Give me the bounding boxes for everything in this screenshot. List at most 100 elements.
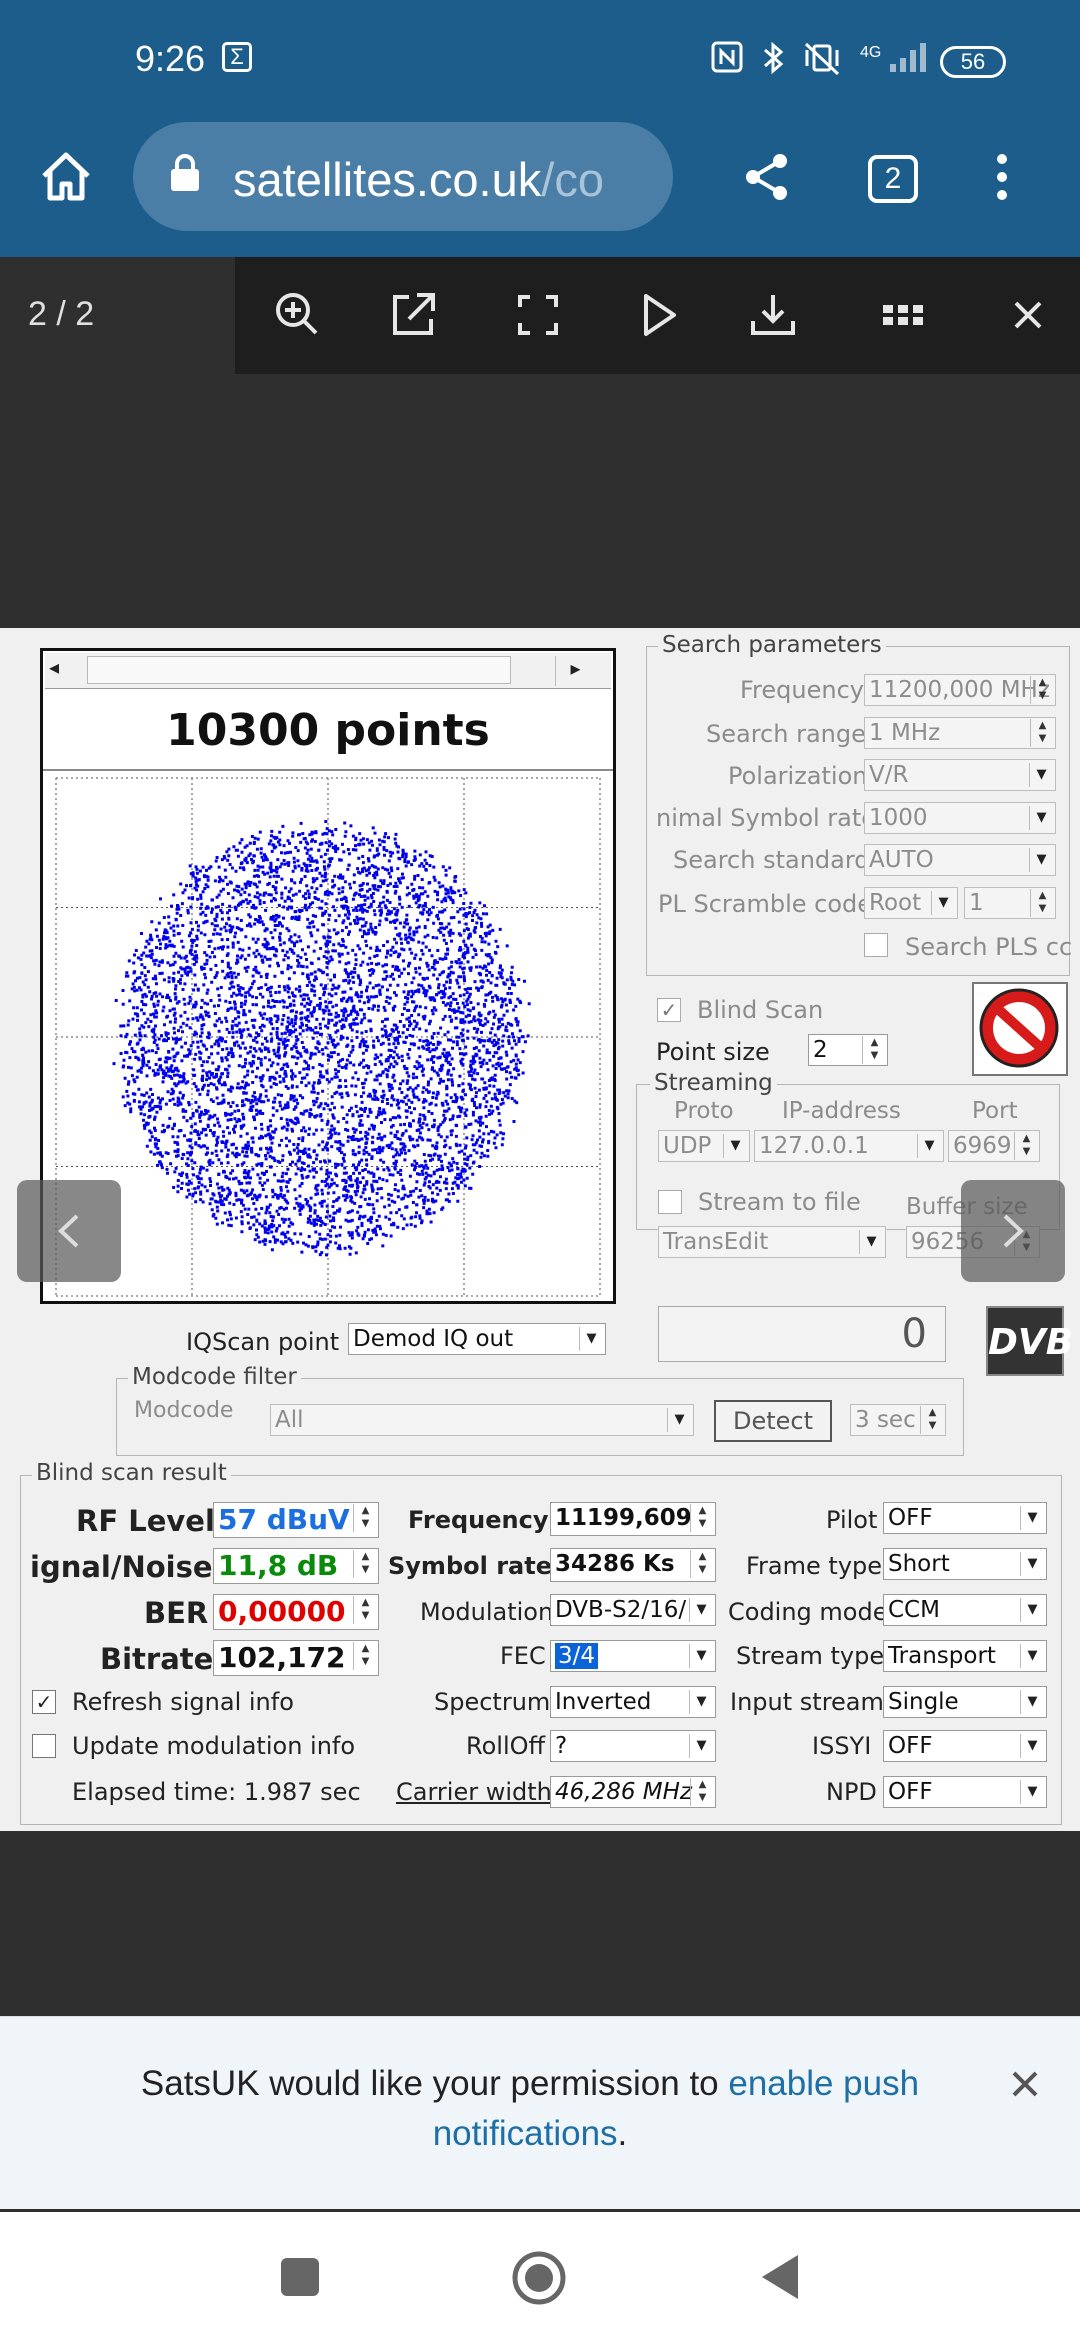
input-stream-select[interactable]: Single ▼ [883,1686,1047,1718]
play-slideshow-icon[interactable] [630,287,686,343]
scroll-thumb[interactable] [87,656,511,684]
bitrate-field[interactable]: 102,172 ▲ ▼ [213,1640,379,1676]
result-frequency-field[interactable]: 11199,609 ▲ ▼ [550,1502,716,1536]
rolloff-select[interactable]: ? ▼ [550,1730,716,1762]
ip-address-select[interactable]: 127.0.0.1 ▼ [754,1130,944,1162]
open-external-icon[interactable] [385,287,441,343]
rf-level-field[interactable]: 57 dBuV ▲ ▼ [213,1502,379,1538]
npd-value: OFF [888,1779,933,1805]
search-range-field[interactable]: 1 MHz ▲ ▼ [864,717,1056,749]
close-viewer-icon[interactable] [1000,287,1056,343]
modulation-select[interactable]: DVB-S2/16/▼ [550,1594,716,1626]
point-size-field[interactable]: 2 ▲ ▼ [808,1034,888,1066]
fec-select[interactable]: 3/4 ▼ [550,1640,716,1672]
fec-label: FEC [500,1642,546,1670]
tab-switcher-button[interactable]: 2 [868,155,918,203]
chevron-left-icon [58,1214,79,1248]
url-bar[interactable]: satellites.co.uk/co [133,122,673,231]
port-field[interactable]: 6969 ▲ ▼ [948,1130,1040,1162]
close-banner-icon[interactable] [1008,2067,1042,2106]
pl-scramble-code-value: 1 [969,890,984,916]
dropdown-arrow-icon: ▼ [931,891,955,915]
streaming-title: Streaming [650,1070,777,1096]
iqscan-select[interactable]: Demod IQ out ▼ [348,1323,606,1355]
issyi-label: ISSYI [812,1732,872,1760]
npd-select[interactable]: OFF ▼ [883,1776,1047,1808]
constellation-plot [55,777,601,1297]
spectrum-select[interactable]: Inverted ▼ [550,1686,716,1718]
signal-noise-field[interactable]: 11,8 dB ▲ ▼ [213,1548,379,1584]
stream-type-select[interactable]: Transport ▼ [883,1640,1047,1672]
horizontal-scrollbar[interactable]: ◂ ▸ [45,653,611,689]
modcode-select[interactable]: All ▼ [270,1404,694,1436]
download-icon[interactable] [745,287,801,343]
permission-end: . [617,2114,628,2153]
bitrate-label: Bitrate [100,1642,214,1676]
refresh-signal-checkbox[interactable]: ✓ [32,1690,56,1714]
carrier-width-label[interactable]: Carrier width [396,1778,552,1806]
coding-mode-select[interactable]: CCM ▼ [883,1594,1047,1626]
search-pls-checkbox[interactable] [864,933,888,957]
pilot-value: OFF [888,1505,933,1531]
symbol-rate-field[interactable]: 34286 Ks ▲ ▼ [550,1548,716,1582]
permission-message: SatsUK would like your permission to ena… [100,2059,960,2159]
min-symbol-rate-value: 1000 [869,805,928,831]
issyi-value: OFF [888,1733,933,1759]
pl-scramble-code-field[interactable]: 1 ▲ ▼ [964,887,1056,919]
home-icon[interactable] [38,150,94,207]
next-image-button[interactable] [961,1180,1065,1282]
detect-seconds-field[interactable]: 3 sec ▲ ▼ [850,1404,946,1436]
home-nav-icon[interactable] [511,2250,567,2311]
scroll-right-icon[interactable]: ▸ [555,656,595,686]
symbol-rate-value: 34286 Ks [555,1551,675,1577]
fullscreen-icon[interactable] [510,287,566,343]
search-frequency-field[interactable]: 11200,000 MHz ▲ ▼ [864,674,1056,706]
issyi-select[interactable]: OFF ▼ [883,1730,1047,1762]
dropdown-arrow-icon: ▼ [859,1230,883,1254]
pl-scramble-mode-select[interactable]: Root ▼ [864,887,958,919]
grid-view-icon[interactable] [875,287,931,343]
frame-type-select[interactable]: Short ▼ [883,1548,1047,1580]
spectrum-value: Inverted [555,1689,652,1715]
proto-label: Proto [674,1098,734,1124]
search-standard-select[interactable]: AUTO ▼ [864,844,1056,876]
ber-field[interactable]: 0,00000 ▲ ▼ [213,1594,379,1630]
blind-scan-result-title: Blind scan result [32,1460,231,1486]
constellation-points [112,820,531,1257]
dropdown-arrow-icon: ▼ [1020,1506,1044,1530]
zoom-in-icon[interactable] [270,287,326,343]
previous-image-button[interactable] [17,1180,121,1282]
carrier-width-field[interactable]: 46,286 MHz ▲ ▼ [550,1776,716,1808]
proto-select[interactable]: UDP ▼ [658,1130,750,1162]
dropdown-arrow-icon: ▼ [667,1408,691,1432]
dropdown-arrow-icon: ▼ [1029,848,1053,872]
coding-mode-value: CCM [888,1597,940,1623]
url-path: /co [541,153,604,206]
recents-icon[interactable] [279,2256,321,2303]
stream-to-file-checkbox[interactable] [658,1190,682,1214]
browser-top-bar: 9:26 Σ 4G 56 satellites.co.uk/co 2 [0,0,1080,257]
min-symbol-rate-select[interactable]: 1000 ▼ [864,802,1056,834]
detect-button[interactable]: Detect [714,1400,832,1442]
share-icon[interactable] [742,152,792,207]
scroll-left-icon[interactable]: ◂ [49,655,59,679]
dropdown-arrow-icon: ▼ [1029,806,1053,830]
transedit-select[interactable]: TransEdit ▼ [658,1226,886,1258]
blind-scan-checkbox[interactable]: ✓ [657,998,681,1022]
carrier-width-value: 46,286 MHz [555,1779,693,1805]
symbol-rate-label: Symbol rate [388,1552,552,1580]
more-menu-icon[interactable] [992,152,1012,207]
modulation-value: DVB-S2/16/ [555,1597,687,1623]
pilot-select[interactable]: OFF ▼ [883,1502,1047,1534]
back-nav-icon[interactable] [758,2252,802,2307]
result-frequency-label: Frequency [408,1506,549,1534]
stop-icon [979,988,1059,1068]
points-count-title: 10300 points [43,691,613,771]
url-domain: satellites.co.uk [233,153,542,206]
stop-scan-button[interactable] [972,982,1068,1076]
search-pls-label: Search PLS cc [905,933,1073,961]
nfc-icon [710,40,744,74]
update-modulation-checkbox[interactable] [32,1734,56,1758]
search-parameters-title: Search parameters [658,632,886,658]
polarization-select[interactable]: V/R ▼ [864,759,1056,791]
